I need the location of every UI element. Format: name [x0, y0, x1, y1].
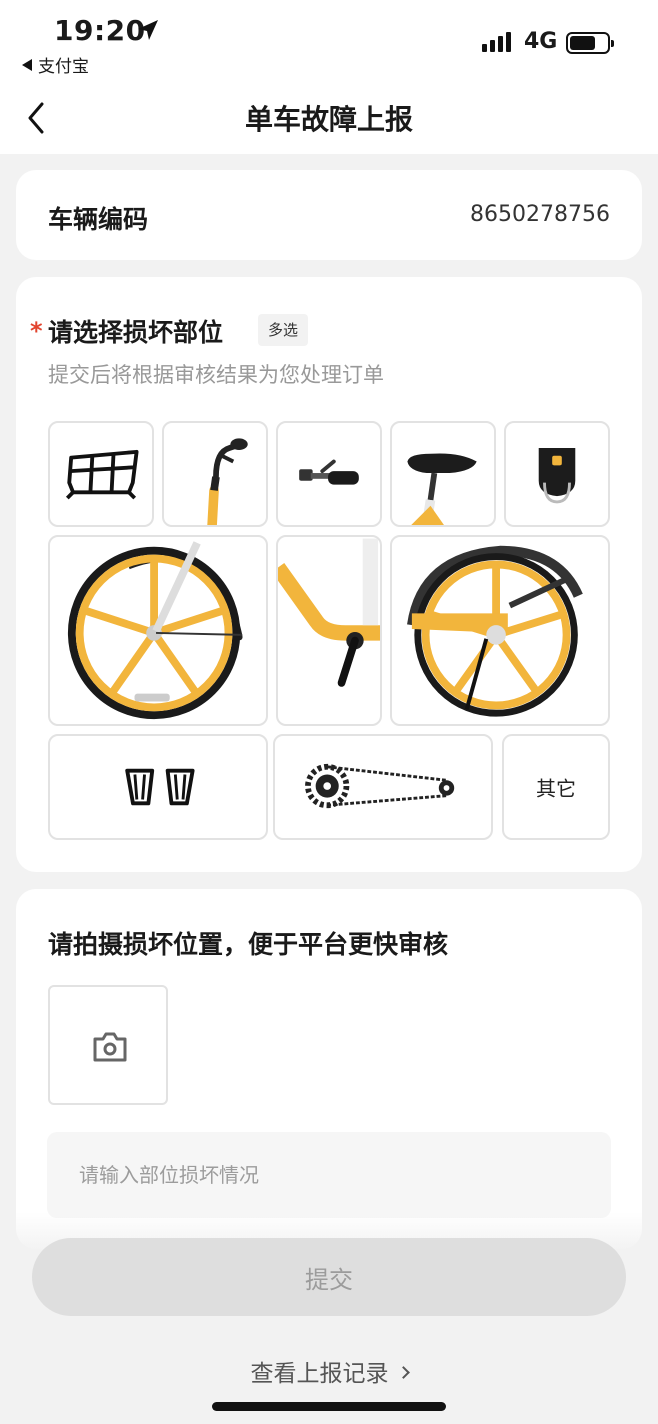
required-mark: *	[30, 317, 43, 345]
front-wheel-icon	[67, 541, 243, 720]
page-title: 单车故障上报	[244, 103, 413, 136]
part-option-front-wheel[interactable]	[48, 535, 268, 726]
damaged-parts-card: * 请选择损坏部位 多选 提交后将根据审核结果为您处理订单 其它	[16, 277, 642, 872]
status-time: 19:20	[54, 14, 146, 47]
parts-section-title: 请选择损坏部位	[48, 318, 224, 347]
back-triangle-icon	[22, 58, 32, 71]
nav-bar: 单车故障上报	[0, 84, 658, 154]
part-option-brake-lever[interactable]	[276, 421, 382, 527]
part-option-frame-crank[interactable]	[276, 535, 382, 726]
part-option-handlebar[interactable]	[162, 421, 268, 527]
cellular-signal-icon	[482, 32, 511, 52]
seat-icon	[407, 453, 477, 525]
photo-section-title: 请拍摄损坏位置，便于平台更快审核	[48, 930, 449, 959]
location-arrow-icon	[138, 20, 158, 40]
back-to-app-link[interactable]: 支付宝	[22, 52, 89, 77]
network-type: 4G	[524, 29, 558, 54]
part-option-chain[interactable]	[273, 734, 493, 840]
vehicle-code-label: 车辆编码	[48, 205, 149, 234]
lock-icon	[538, 448, 576, 504]
submit-button[interactable]: 提交	[32, 1238, 626, 1316]
part-option-pedals[interactable]	[48, 734, 268, 840]
chevron-right-icon	[396, 1366, 410, 1379]
camera-icon	[93, 1032, 127, 1062]
damage-description-input[interactable]	[47, 1132, 611, 1218]
view-report-history-link[interactable]: 查看上报记录	[0, 1354, 658, 1388]
view-report-history-label: 查看上报记录	[250, 1361, 389, 1387]
status-bar: 19:20 支付宝 4G	[0, 0, 658, 84]
home-indicator	[212, 1402, 446, 1411]
photo-card: 请拍摄损坏位置，便于平台更快审核	[16, 889, 642, 1249]
back-app-label: 支付宝	[38, 57, 89, 77]
pedals-icon	[125, 768, 195, 806]
rear-wheel-icon	[407, 545, 583, 717]
part-option-basket[interactable]	[48, 421, 154, 527]
handlebar-icon	[207, 438, 248, 525]
add-photo-button[interactable]	[48, 985, 168, 1105]
vehicle-code-card: 车辆编码 8650278756	[16, 170, 642, 260]
chain-icon	[305, 763, 455, 809]
basket-icon	[65, 449, 139, 500]
part-option-lock[interactable]	[504, 421, 610, 527]
frame-crank-icon	[278, 538, 380, 687]
multi-select-badge: 多选	[258, 314, 309, 346]
part-option-other-label: 其它	[536, 776, 576, 801]
vehicle-code-value: 8650278756	[470, 202, 610, 227]
parts-section-subtitle: 提交后将根据审核结果为您处理订单	[48, 363, 384, 387]
battery-icon	[566, 32, 614, 54]
part-option-other[interactable]: 其它	[502, 734, 610, 840]
part-option-rear-wheel[interactable]	[390, 535, 610, 726]
brake-lever-icon	[299, 459, 359, 485]
part-option-seat[interactable]	[390, 421, 496, 527]
